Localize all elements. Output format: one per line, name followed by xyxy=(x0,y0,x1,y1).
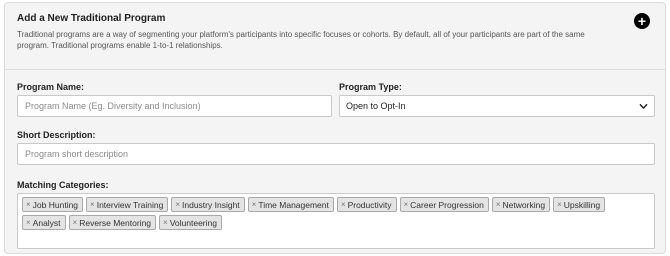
program-type-select[interactable]: Open to Opt-In xyxy=(339,95,655,117)
program-type-label: Program Type: xyxy=(339,82,402,92)
program-name-label: Program Name: xyxy=(17,82,85,92)
remove-tag-icon[interactable]: × xyxy=(90,200,95,209)
category-tag: × Job Hunting xyxy=(22,197,84,212)
program-name-input[interactable] xyxy=(17,95,332,117)
program-type-value: Open to Opt-In xyxy=(346,101,406,111)
remove-tag-icon[interactable]: × xyxy=(496,200,501,209)
panel-header: Add a New Traditional Program Traditiona… xyxy=(17,13,607,51)
category-tag: × Analyst xyxy=(22,215,66,230)
category-tag-label: Career Progression xyxy=(410,199,484,210)
remove-tag-icon[interactable]: × xyxy=(163,218,168,227)
category-tag: × Career Progression xyxy=(399,197,489,212)
remove-tag-icon[interactable]: × xyxy=(557,200,562,209)
remove-tag-icon[interactable]: × xyxy=(26,200,31,209)
category-tag: × Productivity xyxy=(336,197,397,212)
category-tag: × Volunteering xyxy=(159,215,222,230)
category-tag: × Upskilling xyxy=(553,197,606,212)
category-tag-label: Volunteering xyxy=(169,217,217,228)
panel-title: Add a New Traditional Program xyxy=(17,13,166,24)
remove-tag-icon[interactable]: × xyxy=(175,200,180,209)
category-tag: × Time Management xyxy=(247,197,334,212)
category-tag-label: Networking xyxy=(502,199,546,210)
short-description-input[interactable] xyxy=(17,143,655,165)
panel-description: Traditional programs are a way of segmen… xyxy=(17,30,585,50)
category-tag: × Networking xyxy=(491,197,551,212)
remove-tag-icon[interactable]: × xyxy=(341,200,346,209)
category-tag-label: Industry Insight xyxy=(182,199,240,210)
chevron-down-icon xyxy=(639,103,648,109)
category-tag: × Industry Insight xyxy=(171,197,245,212)
category-tag-label: Job Hunting xyxy=(32,199,79,210)
category-tag-label: Productivity xyxy=(347,199,392,210)
category-tag-label: Reverse Mentoring xyxy=(79,217,152,228)
category-tag: × Reverse Mentoring xyxy=(68,215,157,230)
remove-tag-icon[interactable]: × xyxy=(252,200,257,209)
category-tag-label: Analyst xyxy=(32,217,61,228)
add-program-button[interactable]: + xyxy=(634,13,650,29)
matching-categories-input[interactable]: × Job Hunting × Interview Training × Industry… xyxy=(17,193,655,249)
header-divider xyxy=(4,69,666,70)
category-tag-label: Time Management xyxy=(258,199,329,210)
short-description-label: Short Description: xyxy=(17,130,96,140)
remove-tag-icon[interactable]: × xyxy=(26,218,31,227)
plus-icon: + xyxy=(637,13,647,29)
remove-tag-icon[interactable]: × xyxy=(404,200,409,209)
remove-tag-icon[interactable]: × xyxy=(73,218,78,227)
category-tag-label: Upskilling xyxy=(563,199,601,210)
matching-categories-label: Matching Categories: xyxy=(17,180,109,190)
category-tag: × Interview Training xyxy=(86,197,169,212)
category-tag-label: Interview Training xyxy=(96,199,164,210)
